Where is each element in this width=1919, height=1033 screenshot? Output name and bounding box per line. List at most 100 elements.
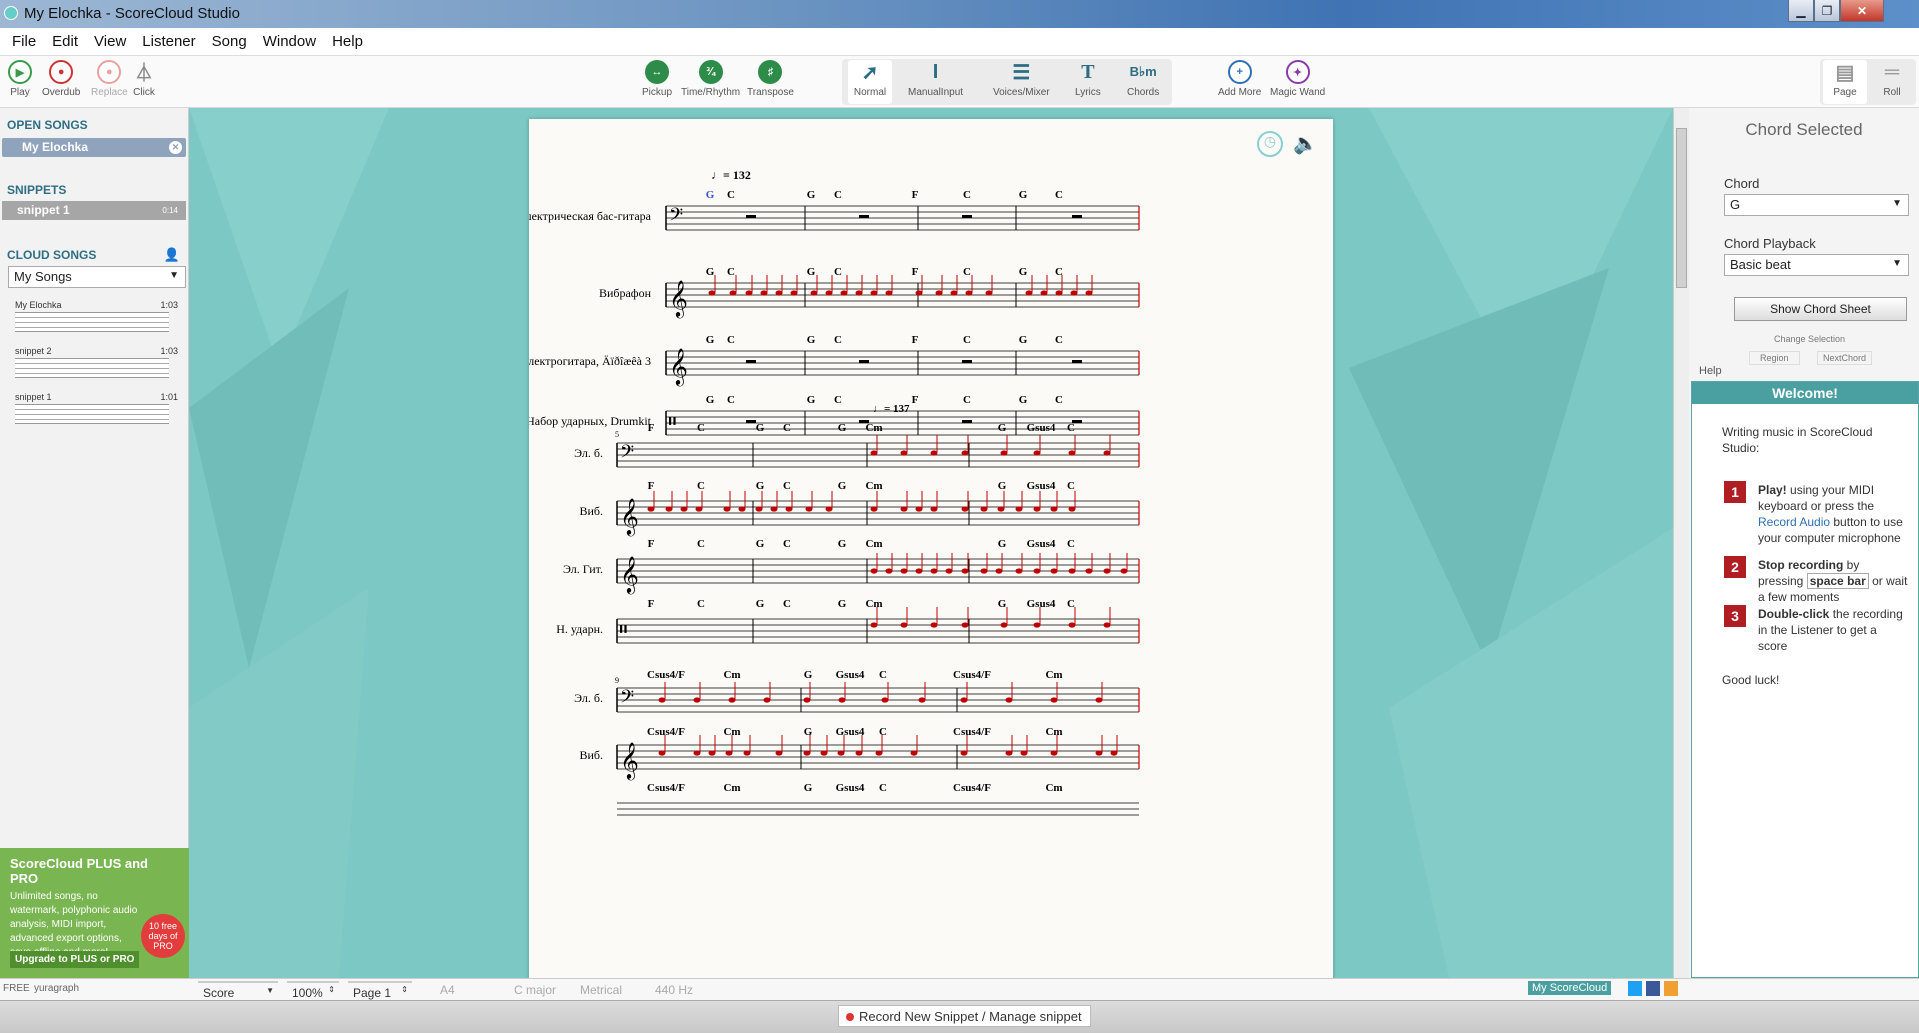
mode-manual-input[interactable]: I ManualInput xyxy=(908,60,963,99)
region-button[interactable]: Region xyxy=(1749,351,1800,365)
mode-lyrics[interactable]: T Lyrics xyxy=(1075,60,1101,99)
score-page[interactable]: ♩= 132 𝄢 Электрическая бас-гитара G C G C F C G C 𝄞… xyxy=(518,119,1333,978)
record-snippet-button[interactable]: Record New Snippet / Manage snippet xyxy=(838,1005,1091,1027)
view-page[interactable]: ▤ Page xyxy=(1823,60,1867,104)
speaker-icon[interactable]: 🔈 xyxy=(1293,131,1318,156)
close-button[interactable]: ✕ xyxy=(1840,0,1884,22)
cloud-song-item[interactable]: snippet 2 1:03 xyxy=(15,346,185,386)
chord-symbol: Gsus4 xyxy=(1027,480,1056,492)
close-song-icon[interactable]: ✕ xyxy=(169,141,182,154)
maximize-button[interactable]: ❐ xyxy=(1814,0,1840,22)
note-head xyxy=(1085,568,1093,574)
vertical-scrollbar[interactable] xyxy=(1673,108,1689,978)
pickup-button[interactable]: ↔ Pickup xyxy=(642,60,672,98)
note-head xyxy=(1015,568,1023,574)
clock-icon[interactable]: ◷ xyxy=(1257,131,1283,157)
chord-symbol: C xyxy=(697,480,705,492)
note-head xyxy=(760,290,768,296)
replace-button[interactable]: ● Replace xyxy=(91,60,128,98)
toolbar: ▶ Play ● Overdub ● Replace ⏃ Click ↔ Pickup ¾… xyxy=(0,56,1919,108)
transpose-button[interactable]: ♯ Transpose xyxy=(747,60,794,98)
cloud-songs-select[interactable]: My Songs ▼ xyxy=(8,266,186,288)
chord-symbol: Gsus4 xyxy=(836,669,865,681)
note-head xyxy=(1103,622,1111,628)
chord-symbol: G xyxy=(804,782,813,794)
record-audio-link[interactable]: Record Audio xyxy=(1758,515,1830,529)
plan-badge: FREE xyxy=(3,983,30,994)
clef-symbol: 𝄢 xyxy=(620,686,634,711)
note-head xyxy=(900,568,908,574)
show-chord-sheet-button[interactable]: Show Chord Sheet xyxy=(1734,297,1907,321)
time-rhythm-button[interactable]: ¾ Time/Rhythm xyxy=(681,60,740,98)
chord-symbol: C xyxy=(727,394,735,406)
cloud-song-item[interactable]: My Elochka 1:03 xyxy=(15,300,185,340)
play-button[interactable]: ▶ Play xyxy=(8,60,32,98)
mode-voices-mixer[interactable]: ☰ Voices/Mixer xyxy=(993,60,1050,99)
mode-chords[interactable]: B♭m Chords xyxy=(1127,60,1159,98)
menu-file[interactable]: File xyxy=(4,33,44,50)
instrument-label: Набор ударных, Drumkit xyxy=(529,414,652,428)
chords-icon: B♭m xyxy=(1129,64,1157,79)
page-select[interactable]: Page 1 ⇕ xyxy=(348,981,412,1000)
note-head xyxy=(810,290,818,296)
listener-bar[interactable]: Record New Snippet / Manage snippet xyxy=(0,1000,1919,1033)
mail-icon[interactable] xyxy=(1664,981,1678,996)
menu-listener[interactable]: Listener xyxy=(134,33,203,50)
chevron-down-icon: ▼ xyxy=(1892,198,1902,209)
chord-symbol: G xyxy=(706,394,715,406)
cloud-song-item[interactable]: snippet 1 1:01 xyxy=(15,392,185,432)
rest-mark xyxy=(962,215,972,218)
zoom-select[interactable]: 100% ⇕ xyxy=(287,981,339,1000)
chord-symbol: G xyxy=(1019,394,1028,406)
scrollbar-thumb[interactable] xyxy=(1676,128,1687,288)
chord-symbol: Gsus4 xyxy=(1027,598,1056,610)
upgrade-button[interactable]: Upgrade to PLUS or PRO xyxy=(10,951,140,968)
user-icon[interactable]: 👤 xyxy=(164,247,180,263)
note-head xyxy=(870,290,878,296)
chord-playback-label: Chord Playback xyxy=(1724,236,1816,251)
menu-help[interactable]: Help xyxy=(324,33,371,50)
my-scorecloud-button[interactable]: My ScoreCloud xyxy=(1528,981,1612,995)
note-head xyxy=(1040,290,1048,296)
note-head xyxy=(1110,750,1118,756)
chord-select[interactable]: G ▼ xyxy=(1724,194,1909,216)
note-head xyxy=(763,697,771,703)
note-head xyxy=(1068,506,1076,512)
chord-playback-select[interactable]: Basic beat ▼ xyxy=(1724,254,1909,276)
next-chord-button[interactable]: NextChord xyxy=(1817,351,1873,365)
note-head xyxy=(950,290,958,296)
chord-symbol: Gsus4 xyxy=(836,782,865,794)
view-select[interactable]: Score ▼ xyxy=(198,981,278,1000)
menu-song[interactable]: Song xyxy=(204,33,255,50)
clef-symbol: 𝄞 xyxy=(669,280,688,318)
menu-window[interactable]: Window xyxy=(255,33,324,50)
menu-edit[interactable]: Edit xyxy=(44,33,86,50)
chord-symbol: Cm xyxy=(723,782,740,794)
snippet-item[interactable]: snippet 1 0:14 xyxy=(2,201,186,220)
view-roll[interactable]: ═ Roll xyxy=(1872,60,1912,99)
chord-symbol: G xyxy=(804,669,813,681)
transpose-icon: ♯ xyxy=(758,60,783,84)
note-head xyxy=(1050,750,1058,756)
overdub-icon: ● xyxy=(49,60,74,84)
magic-wand-button[interactable]: ✦ Magic Wand xyxy=(1270,60,1325,98)
chord-panel-title: Chord Selected xyxy=(1745,120,1863,139)
paper-size: A4 xyxy=(440,983,455,997)
add-more-button[interactable]: + Add More xyxy=(1218,60,1261,98)
note-head xyxy=(693,750,701,756)
score-notation[interactable]: ♩= 132𝄢Электрическая бас-гитараG C G C F C G C𝄞… xyxy=(518,119,1333,978)
chord-symbol: G xyxy=(706,266,715,278)
open-song-item[interactable]: My Elochka ✕ xyxy=(2,138,186,157)
minimize-button[interactable]: ▁ xyxy=(1788,0,1814,22)
chord-symbol: Cm xyxy=(723,669,740,681)
note-head xyxy=(1050,697,1058,703)
mode-normal[interactable]: ➚ Normal xyxy=(848,60,892,104)
overdub-button[interactable]: ● Overdub xyxy=(42,60,80,98)
tempo-marking: ♩= 137 xyxy=(873,403,910,415)
menu-view[interactable]: View xyxy=(86,33,134,50)
twitter-icon[interactable] xyxy=(1628,981,1642,996)
score-canvas[interactable]: ♩= 132 𝄢 Электрическая бас-гитара G C G C F C G C 𝄞… xyxy=(189,108,1673,978)
click-button[interactable]: ⏃ Click xyxy=(132,60,156,98)
facebook-icon[interactable] xyxy=(1646,981,1660,996)
change-selection-label: Change Selection xyxy=(1774,334,1846,344)
